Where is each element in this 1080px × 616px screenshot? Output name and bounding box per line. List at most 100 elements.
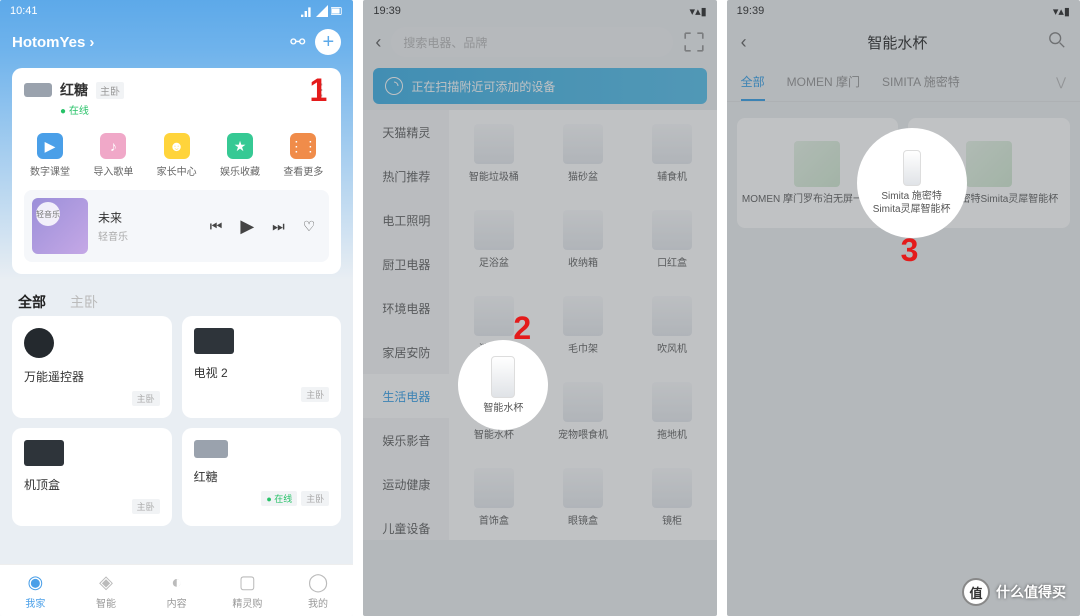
qr-scan-icon[interactable] <box>683 31 705 53</box>
device-card[interactable]: 电视 2主卧 <box>182 316 342 418</box>
spotlight-label: 智能水杯 <box>483 402 523 415</box>
category-item[interactable]: 热门推荐 <box>363 154 449 198</box>
scan-icon[interactable]: ⚯ <box>290 32 305 53</box>
status-icons <box>301 5 343 17</box>
product-icon <box>474 296 514 336</box>
device-card[interactable]: 万能遥控器主卧 <box>12 316 172 418</box>
spotlight-simita[interactable]: Simita 施密特Simita灵犀智能杯 <box>857 128 967 238</box>
nav-item[interactable]: ▢精灵购 <box>212 565 283 616</box>
category-item[interactable]: 家居安防 <box>363 330 449 374</box>
app-shortcuts: ▶数字课堂♪导入歌单 ☻家长中心★娱乐收藏⋮⋮查看更多 <box>24 133 329 178</box>
device-grid: 万能遥控器主卧电视 2主卧机顶盒主卧红糖● 在线主卧 <box>0 316 353 526</box>
category-item[interactable]: 环境电器 <box>363 286 449 330</box>
product-item[interactable]: 猫砂盆 <box>538 110 627 196</box>
product-icon <box>652 124 692 164</box>
product-item[interactable]: 口红盒 <box>628 196 717 282</box>
product-item[interactable]: 眼镜盒 <box>538 454 627 540</box>
product-item[interactable]: 收纳箱 <box>538 196 627 282</box>
music-player[interactable]: 轻音乐 未来 轻音乐 ⏮ ▶ ⏭ ♡ <box>24 190 329 262</box>
product-item[interactable]: 辅食机 <box>628 110 717 196</box>
status-time: 19:39 <box>737 5 765 17</box>
play-icon[interactable]: ▶ <box>240 216 254 237</box>
product-item[interactable]: 拖地机 <box>628 368 717 454</box>
brand-tab[interactable]: 全部 <box>741 73 765 90</box>
add-button[interactable]: + <box>315 29 341 55</box>
speaker-icon <box>24 83 52 97</box>
page-header: ‹ 智能水杯 <box>727 22 1080 62</box>
category-item[interactable]: 儿童设备 <box>363 506 449 540</box>
product-icon <box>652 210 692 250</box>
category-sidebar: 天猫精灵热门推荐电工照明厨卫电器环境电器家居安防生活电器娱乐影音运动健康儿童设备… <box>363 110 449 540</box>
app-shortcut[interactable]: ☻家长中心 <box>151 133 203 178</box>
product-item[interactable]: 智能垃圾桶 <box>449 110 538 196</box>
watermark-badge-icon: 值 <box>962 578 990 606</box>
device-icon <box>194 328 234 354</box>
device-card[interactable]: 机顶盒主卧 <box>12 428 172 526</box>
app-shortcut[interactable]: ★娱乐收藏 <box>214 133 266 178</box>
phone2-categories: 19:39 ▾▴▮ ‹ 搜索电器、品牌 正在扫描附近可添加的设备 天猫精灵热门推… <box>363 0 716 616</box>
page-title: 智能水杯 <box>867 32 927 53</box>
tab-room[interactable]: 主卧 <box>70 292 98 312</box>
category-item[interactable]: 天猫精灵 <box>363 110 449 154</box>
brand-tab[interactable]: MOMEN 摩门 <box>787 73 860 90</box>
nav-item[interactable]: ◐内容 <box>141 565 212 616</box>
speaker-room-tag: 主卧 <box>96 82 124 99</box>
prev-icon[interactable]: ⏮ <box>210 218 223 235</box>
product-item[interactable]: 镜柜 <box>628 454 717 540</box>
product-icon <box>563 382 603 422</box>
cup-icon <box>903 150 921 186</box>
category-item[interactable]: 厨卫电器 <box>363 242 449 286</box>
nav-item[interactable]: ◉我家 <box>0 565 71 616</box>
product-item[interactable]: 足浴盆 <box>449 196 538 282</box>
search-icon[interactable] <box>1048 31 1066 54</box>
app-shortcut[interactable]: ⋮⋮查看更多 <box>277 133 329 178</box>
status-bar: 19:39 ▾▴▮ <box>363 0 716 22</box>
category-item[interactable]: 运动健康 <box>363 462 449 506</box>
nav-item[interactable]: ◈智能 <box>71 565 142 616</box>
product-item[interactable]: 宠物喂食机 <box>538 368 627 454</box>
device-icon <box>194 440 228 458</box>
status-time: 19:39 <box>373 5 401 17</box>
home-name[interactable]: HotomYes› <box>12 34 94 51</box>
category-item[interactable]: 电工照明 <box>363 198 449 242</box>
app-shortcut[interactable]: ♪导入歌单 <box>87 133 139 178</box>
speaker-card[interactable]: 红糖 主卧 ⋮ 在线 ▶数字课堂♪导入歌单☻家长中心★娱乐收藏⋮⋮查看更多 轻音… <box>12 68 341 274</box>
spotlight-smart-cup[interactable]: 智能水杯 <box>458 340 548 430</box>
phone1-home: 10:41 HotomYes› ⚯ + 1 红糖 主卧 ⋮ 在线 ▶数字课堂♪导… <box>0 0 353 616</box>
tab-all[interactable]: 全部 <box>18 292 46 312</box>
back-icon[interactable]: ‹ <box>741 32 747 53</box>
phone3-brand-select: 19:39 ▾▴▮ ‹ 智能水杯 全部MOMEN 摩门SIMITA 施密特⋁ M… <box>727 0 1080 616</box>
product-icon <box>652 296 692 336</box>
product-item[interactable]: 毛巾架 <box>538 282 627 368</box>
album-cover: 轻音乐 <box>32 198 88 254</box>
artist-name: 轻音乐 <box>98 228 210 243</box>
app-shortcut[interactable]: ▶数字课堂 <box>24 133 76 178</box>
heart-icon[interactable]: ♡ <box>303 218 316 235</box>
product-image <box>794 141 840 187</box>
product-icon <box>563 296 603 336</box>
back-icon[interactable]: ‹ <box>375 32 381 53</box>
device-icon <box>24 328 54 358</box>
category-item[interactable]: 娱乐影音 <box>363 418 449 462</box>
product-item[interactable]: 首饰盒 <box>449 454 538 540</box>
status-icons: ▾▴▮ <box>1053 5 1070 18</box>
brand-tab[interactable]: SIMITA 施密特 <box>882 73 960 90</box>
category-item[interactable]: 生活电器 <box>363 374 449 418</box>
product-icon <box>563 210 603 250</box>
watermark: 值 什么值得买 <box>962 578 1066 606</box>
product-item[interactable]: 吹风机 <box>628 282 717 368</box>
device-card[interactable]: 红糖● 在线主卧 <box>182 428 342 526</box>
product-icon <box>474 468 514 508</box>
scan-banner[interactable]: 正在扫描附近可添加的设备 <box>373 68 706 104</box>
dropdown-icon[interactable]: ⋁ <box>1056 75 1066 89</box>
status-bar: 10:41 <box>0 0 353 22</box>
device-icon <box>24 440 64 466</box>
product-grid: 智能垃圾桶猫砂盆辅食机足浴盆收纳箱口红盒消毒灯毛巾架吹风机智能水杯宠物喂食机拖地… <box>449 110 716 540</box>
status-bar: 19:39 ▾▴▮ <box>727 0 1080 22</box>
search-input[interactable]: 搜索电器、品牌 <box>391 27 672 57</box>
next-icon[interactable]: ⏭ <box>272 218 285 235</box>
nav-item[interactable]: ◯我的 <box>283 565 354 616</box>
product-icon <box>652 382 692 422</box>
product-image <box>966 141 1012 187</box>
product-icon <box>563 468 603 508</box>
